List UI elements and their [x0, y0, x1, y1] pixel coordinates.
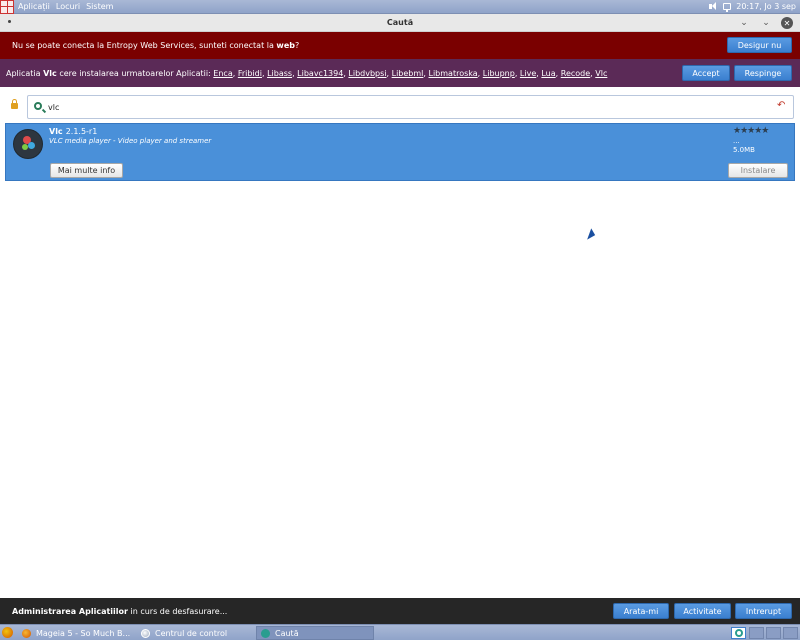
- taskbar: Mageia 5 - So Much B... Centrul de contr…: [0, 624, 800, 640]
- clock[interactable]: 20:17, Jo 3 sep: [736, 2, 796, 11]
- reject-button[interactable]: Respinge: [734, 65, 792, 81]
- dependency-link[interactable]: Libass: [267, 69, 292, 78]
- lock-icon[interactable]: [11, 99, 18, 109]
- rating-count: ...: [733, 137, 740, 145]
- error-banner: Nu se poate conecta la Entropy Web Servi…: [0, 32, 800, 59]
- dependency-link[interactable]: Libdvbpsi: [348, 69, 386, 78]
- window-title: Caută: [386, 18, 414, 27]
- workspace-window-icon: [735, 629, 743, 637]
- control-center-icon: [141, 628, 150, 638]
- search-input[interactable]: [48, 100, 748, 114]
- firefox-icon: [22, 628, 31, 638]
- mageia-logo-icon[interactable]: [0, 0, 14, 14]
- dependency-link[interactable]: Vlc: [595, 69, 607, 78]
- workspace-1[interactable]: [731, 627, 746, 639]
- clear-search-icon[interactable]: ↶: [777, 101, 787, 111]
- search-app-icon: [261, 628, 270, 638]
- menu-system[interactable]: Sistem: [86, 2, 113, 11]
- app-size: 5.0MB: [733, 146, 755, 154]
- dependency-link[interactable]: Libmatroska: [429, 69, 478, 78]
- top-panel: Aplicații Locuri Sistem 20:17, Jo 3 sep: [0, 0, 800, 14]
- search-icon: [34, 102, 42, 110]
- error-message: Nu se poate conecta la Entropy Web Servi…: [12, 41, 300, 50]
- app-description: VLC media player - Video player and stre…: [49, 137, 212, 145]
- dependency-link[interactable]: Libavc1394: [297, 69, 343, 78]
- status-text: Administrarea Aplicatiilor in curs de de…: [12, 606, 228, 616]
- install-button[interactable]: Instalare: [728, 163, 788, 178]
- workspace-2[interactable]: [749, 627, 764, 639]
- dependency-link[interactable]: Live: [520, 69, 536, 78]
- activity-button[interactable]: Activitate: [674, 603, 731, 619]
- app-version: 2.1.5-r1: [65, 127, 98, 136]
- dependency-link[interactable]: Recode: [561, 69, 590, 78]
- vlc-app-icon: [13, 129, 43, 159]
- dependency-link[interactable]: Libebml: [392, 69, 424, 78]
- menu-places[interactable]: Locuri: [56, 2, 80, 11]
- application-result-row[interactable]: Vlc 2.1.5-r1 VLC media player - Video pla…: [5, 123, 795, 181]
- maximize-button[interactable]: ⌄: [760, 17, 772, 29]
- taskbar-item-firefox[interactable]: Mageia 5 - So Much B...: [18, 626, 134, 640]
- minimize-button[interactable]: ⌄: [738, 17, 750, 29]
- app-name: Vlc 2.1.5-r1: [49, 127, 98, 136]
- more-info-button[interactable]: Mai multe info: [50, 163, 123, 178]
- interrupt-button[interactable]: Intrerupt: [735, 603, 792, 619]
- dependency-link[interactable]: Enca: [213, 69, 232, 78]
- window-title-bar: Caută ⌄ ⌄ ✕: [0, 14, 800, 32]
- dependency-banner: Aplicatia Vlc cere instalarea urmatoarel…: [0, 59, 800, 87]
- show-me-button[interactable]: Arata-mi: [613, 603, 669, 619]
- volume-icon[interactable]: [709, 2, 718, 11]
- taskbar-item-control-center[interactable]: Centrul de control: [137, 626, 253, 640]
- dependency-link[interactable]: Libupnp: [483, 69, 515, 78]
- dependency-link[interactable]: Fribidi: [238, 69, 262, 78]
- system-tray: 20:17, Jo 3 sep: [709, 2, 800, 12]
- menu-applications[interactable]: Aplicații: [18, 2, 50, 11]
- rating-stars[interactable]: ★★★★★: [733, 126, 769, 136]
- show-desktop-icon[interactable]: [2, 627, 13, 638]
- mouse-cursor-icon: [587, 228, 597, 242]
- dismiss-button[interactable]: Desigur nu: [727, 37, 792, 53]
- network-icon[interactable]: [723, 3, 732, 12]
- accept-button[interactable]: Accept: [682, 65, 730, 81]
- taskbar-item-search[interactable]: Caută: [256, 626, 374, 640]
- search-box[interactable]: ↶: [27, 95, 794, 119]
- workspace-3[interactable]: [766, 627, 781, 639]
- dependency-message: Aplicatia Vlc cere instalarea urmatoarel…: [6, 68, 608, 78]
- dependency-link[interactable]: Lua: [541, 69, 555, 78]
- close-button[interactable]: ✕: [781, 17, 793, 29]
- screen: Aplicații Locuri Sistem 20:17, Jo 3 sep …: [0, 0, 800, 640]
- workspace-4[interactable]: [783, 627, 798, 639]
